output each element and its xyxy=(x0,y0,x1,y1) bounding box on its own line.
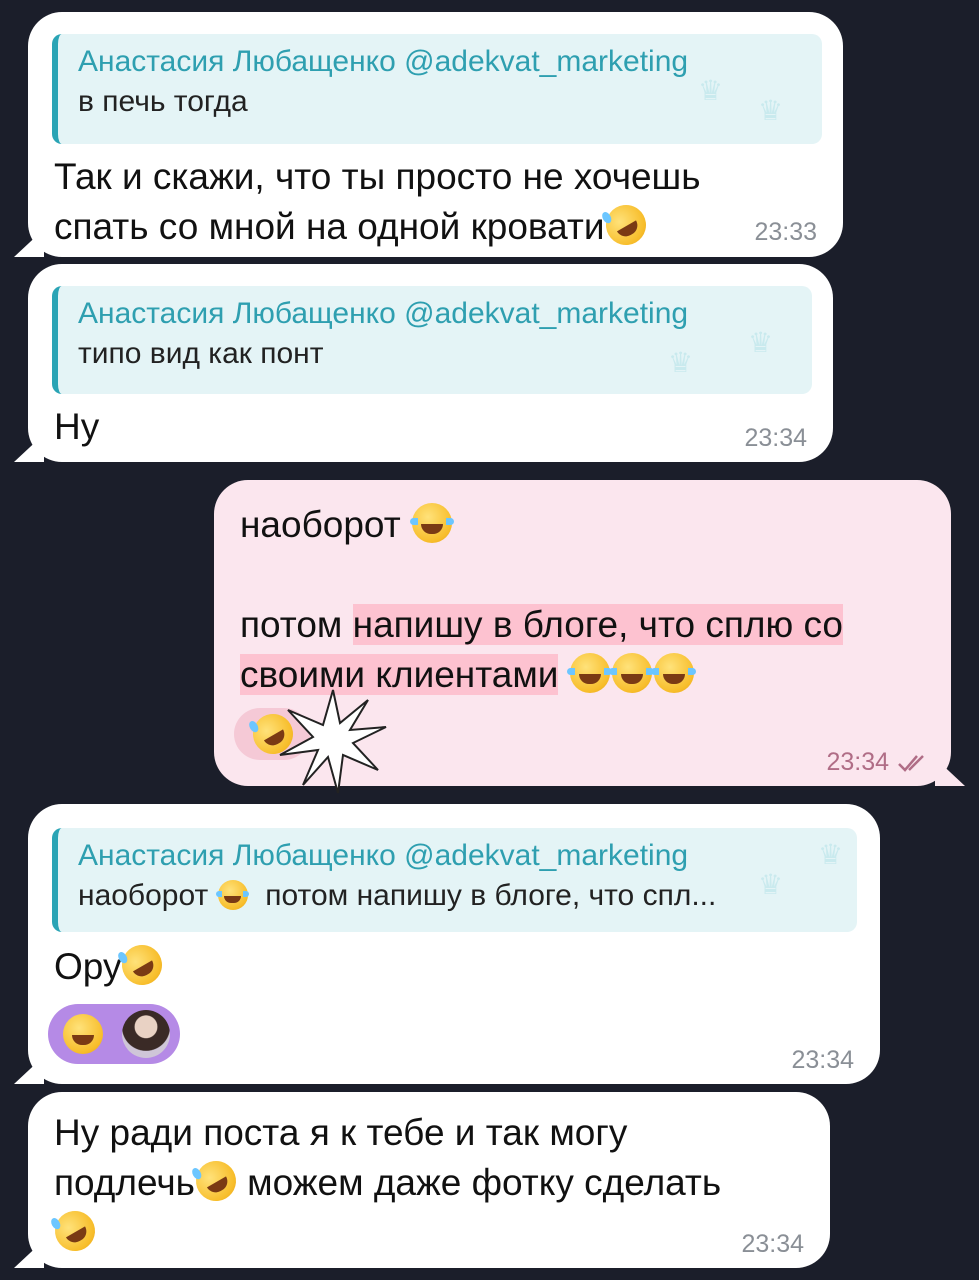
message-text: Ну ради поста я к тебе и так могу подлеч… xyxy=(47,1108,722,1259)
reply-preview[interactable]: ♛ ♛ Анастасия Любащенко @adekvat_marketi… xyxy=(52,286,812,394)
reply-text-part: наоборот xyxy=(78,879,209,912)
rofl-emoji-icon xyxy=(47,1203,103,1259)
joy-emoji-icon xyxy=(215,880,250,910)
message-incoming-1[interactable]: ♛ ♛ Анастасия Любащенко @adekvat_marketi… xyxy=(14,12,843,257)
message-text: Так и скажи, что ты просто не хочешь спа… xyxy=(54,152,701,253)
bubble-tail xyxy=(14,1056,44,1084)
message-incoming-2[interactable]: ♛ ♛ Анастасия Любащенко @adekvat_marketi… xyxy=(14,264,833,462)
rofl-emoji-icon xyxy=(598,197,653,253)
double-check-icon xyxy=(898,755,924,772)
message-line: потом xyxy=(240,604,353,645)
crown-icon: ♛ xyxy=(758,869,784,900)
reply-sender-name: Анастасия Любащенко @adekvat_marketing xyxy=(78,839,689,872)
joy-emoji-icon xyxy=(651,653,697,693)
crown-icon: ♛ xyxy=(758,95,784,126)
reply-preview[interactable]: ♛ ♛ Анастасия Любащенко @adekvat_marketi… xyxy=(52,828,857,932)
message-text: Ну xyxy=(54,406,100,447)
bubble-tail xyxy=(14,1240,44,1268)
avatar xyxy=(122,1010,170,1058)
rofl-emoji-icon xyxy=(188,1153,244,1209)
message-time: 23:34 xyxy=(744,424,807,452)
reply-text-part: потом напишу в блоге, что спл... xyxy=(265,879,717,912)
message-line: спать со мной на одной кровати xyxy=(54,206,605,247)
reaction-grin[interactable] xyxy=(48,1004,180,1064)
message-text: Ору xyxy=(54,937,170,993)
crown-icon: ♛ xyxy=(748,327,774,358)
message-time: 23:34 xyxy=(791,1046,854,1074)
crown-icon: ♛ xyxy=(698,75,724,106)
joy-emoji-icon xyxy=(409,503,455,543)
message-line: Ору xyxy=(54,946,122,987)
message-time: 23:33 xyxy=(754,218,817,246)
bubble-tail xyxy=(935,758,965,786)
reply-preview[interactable]: ♛ ♛ Анастасия Любащенко @adekvat_marketi… xyxy=(52,34,822,144)
bubble-tail xyxy=(14,229,44,257)
message-incoming-4[interactable]: Ну ради поста я к тебе и так могу подлеч… xyxy=(14,1092,830,1268)
message-line: Ну ради поста я к тебе и так могу xyxy=(54,1112,628,1153)
reply-text: типо вид как понт xyxy=(78,337,324,370)
starburst-icon xyxy=(279,689,387,794)
joy-emoji-icon xyxy=(567,653,613,693)
message-outgoing-1[interactable]: наоборот потом напишу в блоге, что сплю … xyxy=(214,480,965,794)
message-time: 23:34 xyxy=(741,1230,804,1258)
crown-icon: ♛ xyxy=(668,347,694,378)
message-incoming-3[interactable]: ♛ ♛ Анастасия Любащенко @adekvat_marketi… xyxy=(14,804,880,1084)
highlighted-text: напишу в блоге, что сплю со xyxy=(352,604,843,645)
reply-text: наоборот потом напишу в блоге, что спл..… xyxy=(78,876,857,916)
message-line: можем даже фотку сделать xyxy=(236,1162,722,1203)
rofl-emoji-icon xyxy=(115,937,170,993)
message-line: Так и скажи, что ты просто не хочешь xyxy=(54,156,701,197)
bubble-tail xyxy=(14,434,44,462)
message-text: наоборот потом напишу в блоге, что сплю … xyxy=(240,500,940,700)
reply-sender-name: Анастасия Любащенко @adekvat_marketing xyxy=(78,297,689,330)
joy-emoji-icon xyxy=(609,653,655,693)
crown-icon: ♛ xyxy=(818,839,844,870)
grin-emoji-icon xyxy=(63,1014,103,1054)
message-time: 23:34 xyxy=(826,748,889,776)
message-line: наоборот xyxy=(240,504,401,545)
message-line: подлечь xyxy=(54,1162,195,1203)
